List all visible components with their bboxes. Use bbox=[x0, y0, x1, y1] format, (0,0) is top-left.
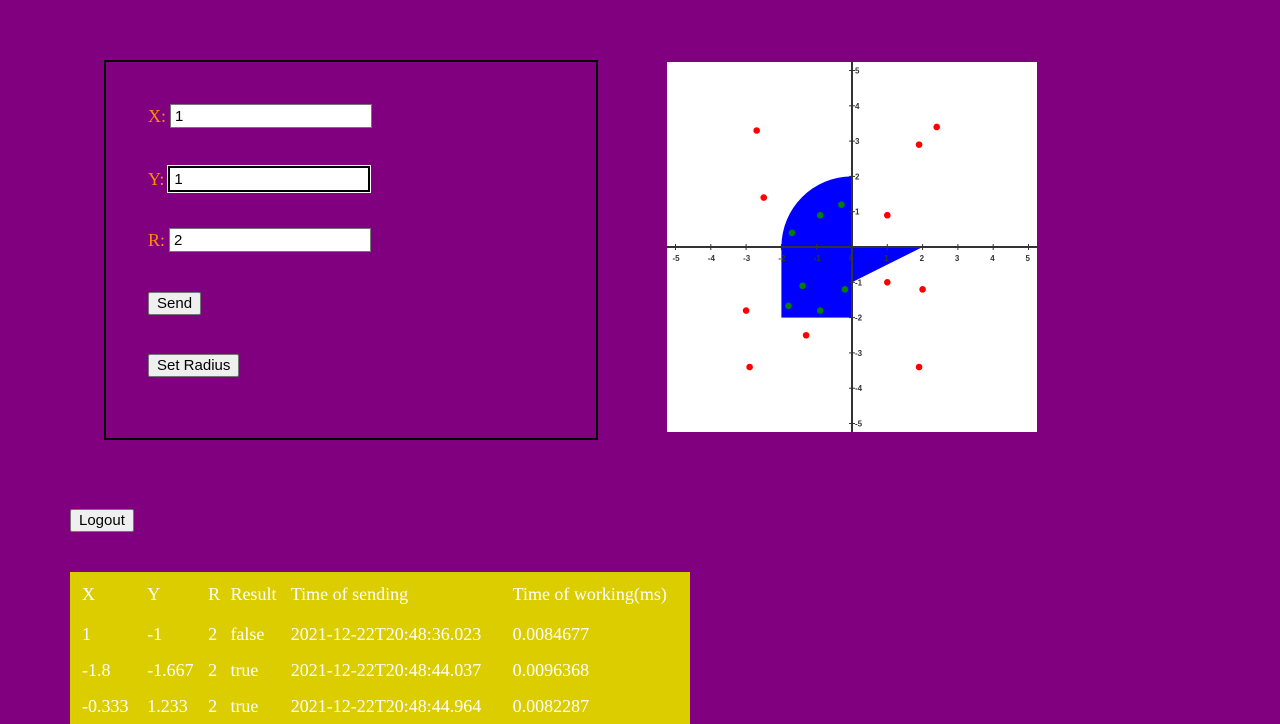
cell-time-of-sending: 2021-12-22T20:48:44.037 bbox=[290, 659, 482, 680]
x-tick-label: -1 bbox=[814, 254, 822, 263]
input-form-panel: X: Y: R: Send Set Radius bbox=[104, 60, 598, 440]
y-tick-label: 3 bbox=[855, 137, 860, 146]
cell-result: true bbox=[230, 695, 259, 716]
y-tick-label: -5 bbox=[855, 420, 863, 429]
miss-point bbox=[915, 141, 923, 148]
x-tick-label: 4 bbox=[990, 254, 995, 263]
miss-point bbox=[884, 279, 891, 286]
cell-x: -0.333 bbox=[82, 695, 129, 716]
miss-point bbox=[802, 331, 810, 339]
cell-x: -1.8 bbox=[82, 659, 111, 680]
cell-result: false bbox=[230, 623, 265, 644]
hit-point bbox=[838, 201, 845, 208]
y-tick-label: 5 bbox=[855, 67, 860, 76]
y-tick-label: 1 bbox=[855, 208, 860, 217]
hit-point bbox=[799, 282, 806, 290]
cell-time-of-working: 0.0084677 bbox=[512, 623, 590, 644]
triangle-area bbox=[852, 247, 923, 283]
x-row: X: bbox=[148, 104, 372, 128]
header-r: R bbox=[208, 583, 221, 604]
cell-y: -1.667 bbox=[147, 659, 194, 680]
miss-point bbox=[760, 194, 768, 201]
miss-point bbox=[915, 363, 923, 371]
table-row: 1 -1 2 false 2021-12-22T20:48:36.023 0.0… bbox=[70, 616, 690, 652]
x-tick-label: 1 bbox=[884, 254, 889, 263]
x-tick-label: -5 bbox=[673, 254, 681, 263]
x-tick-label: 3 bbox=[955, 254, 960, 263]
y-tick-label: -4 bbox=[855, 384, 863, 393]
x-label: X: bbox=[148, 105, 166, 126]
cell-y: 1.233 bbox=[147, 695, 188, 716]
axes-layer: -5 -4 -3 -2 -1 0 1 2 3 4 5 -5 -4 -3 -2 -1 1 2 3 4 5 bbox=[667, 62, 1037, 432]
y-tick-label: -3 bbox=[855, 349, 863, 358]
send-button[interactable]: Send bbox=[148, 292, 202, 315]
logout-button[interactable]: Logout bbox=[70, 509, 134, 532]
cell-result: true bbox=[230, 659, 259, 680]
header-time-of-sending: Time of sending bbox=[290, 583, 409, 604]
cell-r: 2 bbox=[208, 623, 218, 644]
miss-point bbox=[884, 211, 891, 219]
set-radius-button[interactable]: Set Radius bbox=[148, 354, 240, 377]
cell-time-of-sending: 2021-12-22T20:48:36.023 bbox=[290, 623, 482, 644]
table-row: -0.333 1.233 2 true 2021-12-22T20:48:44.… bbox=[70, 688, 690, 724]
cell-y: -1 bbox=[147, 623, 163, 644]
cell-time-of-working: 0.0082287 bbox=[512, 695, 590, 716]
cell-x: 1 bbox=[82, 623, 91, 644]
y-input[interactable] bbox=[167, 165, 372, 193]
x-tick-label: 5 bbox=[1026, 254, 1031, 263]
hit-point bbox=[816, 211, 824, 219]
hit-point bbox=[788, 229, 796, 237]
miss-point bbox=[742, 307, 750, 314]
x-tick-label: 2 bbox=[920, 254, 925, 263]
r-label: R: bbox=[148, 229, 166, 250]
miss-point bbox=[746, 363, 753, 371]
miss-point bbox=[919, 286, 926, 293]
table-header-row: X Y R Result Time of sending Time of wor… bbox=[70, 572, 690, 616]
r-input[interactable] bbox=[169, 228, 372, 252]
x-tick-label: 0 bbox=[849, 254, 854, 263]
x-tick-label: -3 bbox=[743, 254, 751, 263]
cell-r: 2 bbox=[208, 659, 218, 680]
x-tick-label: -2 bbox=[778, 254, 786, 263]
quarter-circle-area bbox=[781, 176, 852, 247]
header-x: X bbox=[82, 583, 95, 604]
y-tick-label: -2 bbox=[855, 314, 863, 323]
cell-time-of-sending: 2021-12-22T20:48:44.964 bbox=[290, 695, 482, 716]
table-row: -1.8 -1.667 2 true 2021-12-22T20:48:44.0… bbox=[70, 652, 690, 688]
x-tick-label: -4 bbox=[708, 254, 716, 263]
header-y: Y bbox=[147, 583, 161, 604]
hit-point bbox=[841, 286, 849, 293]
header-result: Result bbox=[230, 583, 277, 604]
y-tick-label: 2 bbox=[855, 172, 860, 181]
hit-point bbox=[785, 302, 792, 310]
x-input[interactable] bbox=[170, 104, 372, 128]
hit-point bbox=[816, 307, 824, 314]
y-label: Y: bbox=[148, 168, 165, 189]
cell-r: 2 bbox=[208, 695, 218, 716]
coordinate-plot[interactable]: -5 -4 -3 -2 -1 0 1 2 3 4 5 -5 -4 -3 -2 -1 1 2 3 4 5 bbox=[667, 62, 1037, 432]
header-time-of-working: Time of working(ms) bbox=[512, 583, 667, 604]
results-table: X Y R Result Time of sending Time of wor… bbox=[70, 572, 690, 724]
cell-time-of-working: 0.0096368 bbox=[512, 659, 590, 680]
y-tick-label: -1 bbox=[855, 278, 863, 287]
r-row: R: bbox=[148, 228, 372, 252]
y-tick-label: 4 bbox=[855, 102, 860, 111]
y-row: Y: bbox=[148, 165, 372, 193]
miss-point bbox=[933, 123, 941, 131]
miss-point bbox=[753, 127, 760, 134]
